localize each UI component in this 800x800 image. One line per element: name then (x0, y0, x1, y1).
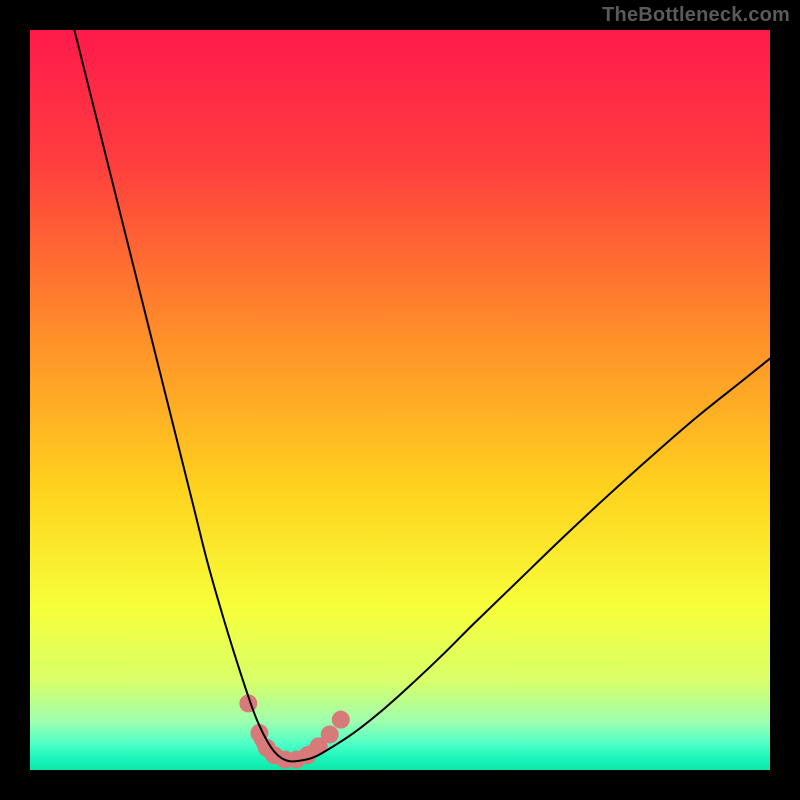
watermark-text: TheBottleneck.com (602, 4, 790, 27)
bottleneck-chart (30, 30, 770, 770)
plot-area (30, 30, 770, 770)
chart-frame: TheBottleneck.com (0, 0, 800, 800)
gradient-background (30, 30, 770, 770)
valley-marker (321, 725, 339, 743)
valley-marker (332, 711, 350, 729)
